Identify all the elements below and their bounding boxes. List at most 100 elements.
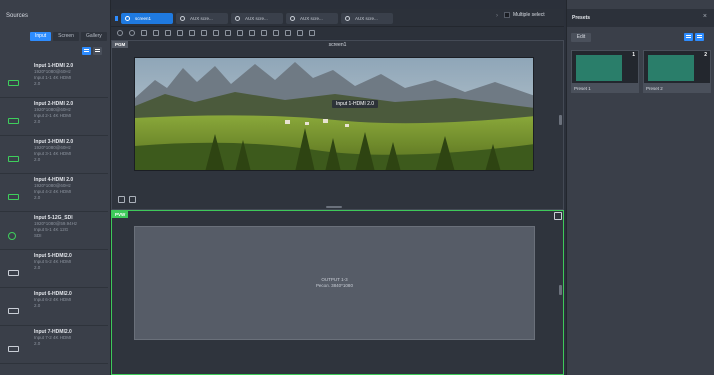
lock-icon[interactable] [297,30,303,36]
pvw-tag: PVW [112,211,129,218]
list-item[interactable]: Input 5-12G_SDI 1920*1080@59.94Hz Input … [0,212,108,250]
lock-icon[interactable] [118,196,125,203]
hdmi-icon [8,80,19,86]
canvas-toolbar [111,27,564,39]
grid-icon[interactable] [213,30,219,36]
sdi-icon [8,232,16,240]
list-item[interactable]: Input 1-HDMI 2.0 1920*1080@60Hz Input 1-… [0,60,108,98]
zoom-out-icon[interactable] [117,30,123,36]
list-item[interactable]: Input 3-HDMI 2.0 1920*1080@60Hz Input 3-… [0,136,108,174]
sources-view-toggle [82,47,102,55]
source-version: SDI [34,233,42,238]
preset-thumbnail [576,55,622,81]
presets-view-toggle [684,33,704,41]
tab-gallery[interactable]: Gallery [80,32,107,41]
sources-panel: Sources Input Screen Gallery Input 1-HDM… [0,0,111,375]
preset-thumbnail [648,55,694,81]
tab-label: AUX scre... [245,16,268,21]
close-icon[interactable] [141,30,147,36]
tab-screen1[interactable]: screen1 [115,13,173,24]
presets-panel: Presets × Edit 1 Preset 1 2 Preset 2 [566,0,714,375]
pgm-area: PGM screen1 Input 1-HDMI 2.0 [111,40,564,210]
source-version: 2.0 [34,195,41,200]
preset-label: Preset 1 [571,84,639,93]
monitor-icon [8,346,19,352]
output-resolution: Ресол. 3840*1080 [316,283,353,288]
screen-icon [235,16,240,21]
tab-label: AUX scre... [300,16,323,21]
list-item[interactable]: Input 2-HDMI 2.0 1920*1080@60Hz Input 2-… [0,98,108,136]
list-item[interactable]: Input 4-HDMI 2.0 1920*1080@60Hz Input 4-… [0,174,108,212]
expand-icon[interactable] [554,212,562,220]
vertical-scrollbar[interactable] [559,115,562,125]
distribute-icon[interactable] [201,30,207,36]
list-view-icon[interactable] [695,33,704,41]
preset-card[interactable]: 2 Preset 2 [643,50,711,93]
align-icon[interactable] [189,30,195,36]
pgm-mini-toolbar [118,196,136,203]
audio-icon[interactable] [285,30,291,36]
list-view-icon[interactable] [93,47,102,55]
tab-input[interactable]: Input [30,32,52,41]
preset-number: 2 [704,52,707,58]
tab-aux-screen[interactable]: AUX scre... [231,13,283,24]
grid-view-icon[interactable] [684,33,693,41]
preset-frame: 2 [643,50,711,84]
tab-screen[interactable]: Screen [53,32,79,41]
edit-button[interactable]: Edit [571,33,591,42]
list-item[interactable]: Input 7-HDMI2.0 Input 7-2 4K HDMI 2.0 [0,326,108,364]
screen-icon [125,16,130,21]
chevron-right-icon[interactable]: › [496,13,498,19]
layer-icon[interactable] [165,30,171,36]
preset-frame: 1 [571,50,639,84]
multiple-select-label: Multiple select [513,12,545,18]
screen-title: screen1 [328,42,347,48]
tab-label: screen1 [135,16,152,21]
source-version: 2.0 [34,119,41,124]
monitor-icon[interactable] [249,30,255,36]
monitor-icon [8,270,19,276]
source-version: 2.0 [34,341,41,346]
sources-title: Sources [6,13,29,19]
list-item[interactable]: Input 5-HDMI2.0 Input 5-2 4K HDMI 2.0 [0,250,108,288]
delete-icon[interactable] [309,30,315,36]
multiple-select-toggle[interactable]: Multiple select [504,12,545,18]
horizontal-scrollbar[interactable] [326,206,342,208]
source-list: Input 1-HDMI 2.0 1920*1080@60Hz Input 1-… [0,60,108,364]
copy-icon[interactable] [177,30,183,36]
close-icon[interactable]: × [703,13,707,20]
landscape-image [135,58,533,170]
hdmi-icon [8,194,19,200]
checkbox[interactable] [504,12,510,18]
screen-icon [290,16,295,21]
output-region[interactable]: OUTPUT 1-3 Ресол. 3840*1080 [134,226,535,340]
tab-aux-screen[interactable]: AUX scre... [341,13,393,24]
pvw-area: PVW OUTPUT 1-3 Ресол. 3840*1080 [111,210,564,375]
chevron-down-icon[interactable] [261,30,267,36]
screen-icon [180,16,185,21]
preset-number: 1 [632,52,635,58]
source-version: 2.0 [34,265,41,270]
source-version: 2.0 [34,157,41,162]
source-version: 2.0 [34,81,41,86]
image-icon[interactable] [273,30,279,36]
list-item[interactable]: Input 6-HDMI2.0 Input 6-2 4K HDMI 2.0 [0,288,108,326]
screen-tab-bar: screen1 AUX scre... AUX scre... AUX scre… [111,9,564,27]
presets-header: Presets × [567,9,714,27]
input-layer[interactable]: Input 1-HDMI 2.0 [134,57,534,171]
vertical-scrollbar[interactable] [559,285,562,295]
camera-icon[interactable] [129,196,136,203]
tab-aux-screen[interactable]: AUX scre... [286,13,338,24]
source-version: 2.0 [34,303,41,308]
tab-label: AUX scre... [190,16,213,21]
hdmi-icon [8,156,19,162]
full-screen-icon[interactable] [237,30,243,36]
zoom-in-icon[interactable] [129,30,135,36]
split-icon[interactable] [225,30,231,36]
tab-aux-screen[interactable]: AUX scre... [176,13,228,24]
preset-card[interactable]: 1 Preset 1 [571,50,639,93]
fit-screen-icon[interactable] [153,30,159,36]
grid-view-icon[interactable] [82,47,91,55]
hdmi-icon [8,118,19,124]
monitor-icon [8,308,19,314]
